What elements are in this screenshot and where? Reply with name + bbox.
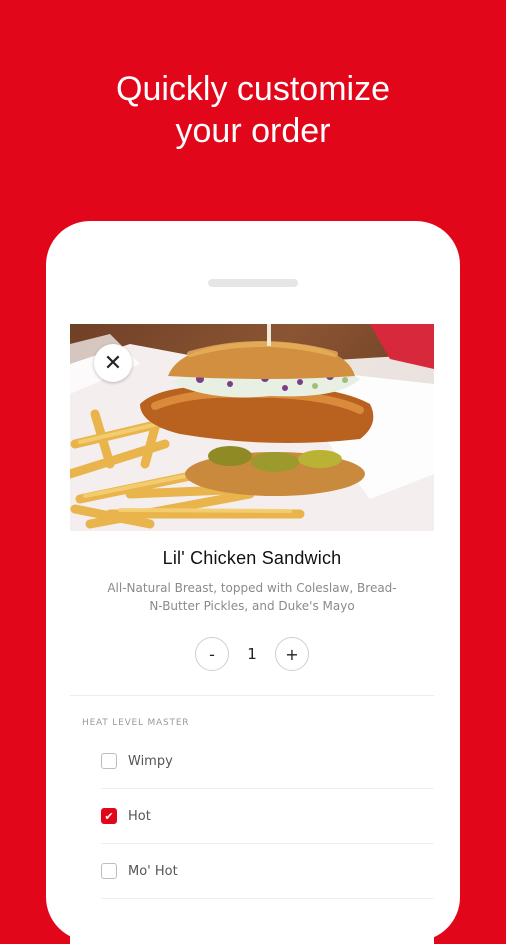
phone-frame: ✕ Lil' Chicken Sandwich All-Natural Brea… <box>46 221 460 944</box>
heat-option-label: Mo' Hot <box>128 863 178 879</box>
item-description: All-Natural Breast, topped with Coleslaw… <box>107 581 397 613</box>
item-photo: ✕ <box>70 324 434 531</box>
section-divider <box>70 695 434 696</box>
phone-speaker <box>208 279 298 287</box>
quantity-stepper: - 1 + <box>70 635 434 673</box>
close-button[interactable]: ✕ <box>94 344 132 382</box>
heat-option-mo-hot[interactable]: Mo' Hot <box>101 844 434 899</box>
increase-quantity-button[interactable]: + <box>275 637 309 671</box>
plus-icon: + <box>285 644 299 664</box>
minus-icon: - <box>209 644 215 664</box>
item-title: Lil' Chicken Sandwich <box>162 548 342 568</box>
heat-option-label: Hot <box>128 808 151 824</box>
heat-option-hot[interactable]: ✔ Hot <box>101 789 434 844</box>
quantity-value: 1 <box>247 645 257 663</box>
checkmark-icon: ✔ <box>104 809 114 823</box>
heat-level-section-label: HEAT LEVEL MASTER <box>82 718 190 728</box>
checkbox-wimpy[interactable] <box>101 753 117 769</box>
close-icon: ✕ <box>103 350 123 376</box>
app-screen: ✕ Lil' Chicken Sandwich All-Natural Brea… <box>70 324 434 944</box>
heat-option-label: Wimpy <box>128 753 173 769</box>
promo-headline: Quickly customize your order <box>0 68 506 152</box>
headline-line-2: your order <box>175 112 331 150</box>
heat-level-options: Wimpy ✔ Hot Mo' Hot <box>70 734 434 899</box>
checkbox-mo-hot[interactable] <box>101 863 117 879</box>
checkbox-hot[interactable]: ✔ <box>101 808 117 824</box>
headline-line-1: Quickly customize <box>116 70 390 108</box>
heat-option-wimpy[interactable]: Wimpy <box>101 734 434 789</box>
decrease-quantity-button[interactable]: - <box>195 637 229 671</box>
